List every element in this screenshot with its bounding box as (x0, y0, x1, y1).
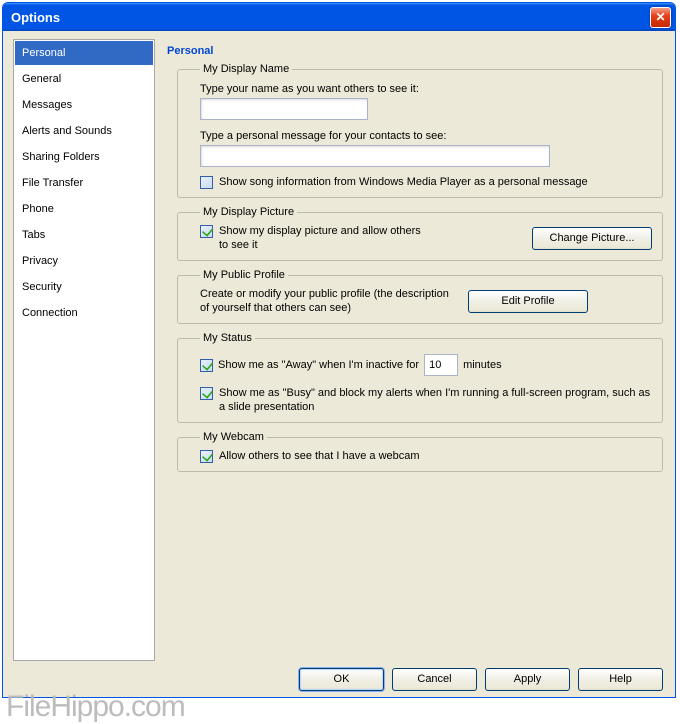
busy-checkbox[interactable] (200, 387, 213, 400)
personal-message-label: Type a personal message for your contact… (200, 130, 652, 142)
public-profile-desc: Create or modify your public profile (th… (200, 287, 460, 315)
display-name-label: Type your name as you want others to see… (200, 83, 652, 95)
display-name-input[interactable] (200, 98, 368, 120)
dialog-footer: OK Cancel Apply Help (3, 661, 675, 697)
group-webcam: My Webcam Allow others to see that I hav… (177, 431, 663, 472)
dialog-body: Personal General Messages Alerts and Sou… (3, 31, 675, 661)
sidebar-item-security[interactable]: Security (15, 275, 153, 299)
group-webcam-legend: My Webcam (200, 431, 267, 443)
away-suffix: minutes (463, 359, 502, 371)
panel-heading: Personal (165, 45, 665, 57)
window-title: Options (11, 10, 650, 25)
sidebar-item-messages[interactable]: Messages (15, 93, 153, 117)
cancel-button[interactable]: Cancel (392, 668, 477, 691)
sidebar-item-tabs[interactable]: Tabs (15, 223, 153, 247)
sidebar-item-personal[interactable]: Personal (15, 41, 153, 65)
song-info-checkbox[interactable] (200, 176, 213, 189)
away-minutes-input[interactable] (424, 354, 458, 376)
apply-button[interactable]: Apply (485, 668, 570, 691)
options-dialog: Options ✕ Personal General Messages Aler… (2, 2, 676, 698)
sidebar-item-file-transfer[interactable]: File Transfer (15, 171, 153, 195)
group-public-profile-legend: My Public Profile (200, 269, 288, 281)
change-picture-button[interactable]: Change Picture... (532, 227, 652, 250)
sidebar-item-phone[interactable]: Phone (15, 197, 153, 221)
titlebar: Options ✕ (3, 3, 675, 31)
sidebar-item-alerts-and-sounds[interactable]: Alerts and Sounds (15, 119, 153, 143)
help-button[interactable]: Help (578, 668, 663, 691)
away-checkbox[interactable] (200, 359, 213, 372)
show-picture-label: Show my display picture and allow others… (219, 224, 429, 252)
edit-profile-button[interactable]: Edit Profile (468, 290, 588, 313)
group-display-name: My Display Name Type your name as you wa… (177, 63, 663, 198)
group-display-picture: My Display Picture Show my display pictu… (177, 206, 663, 261)
sidebar: Personal General Messages Alerts and Sou… (13, 39, 155, 661)
webcam-checkbox[interactable] (200, 450, 213, 463)
group-status-legend: My Status (200, 332, 255, 344)
sidebar-item-general[interactable]: General (15, 67, 153, 91)
sidebar-item-connection[interactable]: Connection (15, 301, 153, 325)
group-public-profile: My Public Profile Create or modify your … (177, 269, 663, 324)
close-button[interactable]: ✕ (650, 7, 671, 28)
group-status: My Status Show me as "Away" when I'm ina… (177, 332, 663, 423)
song-info-label: Show song information from Windows Media… (219, 175, 652, 189)
away-prefix: Show me as "Away" when I'm inactive for (218, 359, 419, 371)
personal-message-input[interactable] (200, 145, 550, 167)
busy-label: Show me as "Busy" and block my alerts wh… (219, 386, 652, 414)
group-display-name-legend: My Display Name (200, 63, 292, 75)
ok-button[interactable]: OK (299, 668, 384, 691)
sidebar-item-sharing-folders[interactable]: Sharing Folders (15, 145, 153, 169)
content-panel: Personal My Display Name Type your name … (165, 39, 665, 661)
webcam-label: Allow others to see that I have a webcam (219, 449, 652, 463)
close-icon: ✕ (655, 11, 665, 23)
show-picture-checkbox[interactable] (200, 225, 213, 238)
sidebar-item-privacy[interactable]: Privacy (15, 249, 153, 273)
group-display-picture-legend: My Display Picture (200, 206, 297, 218)
